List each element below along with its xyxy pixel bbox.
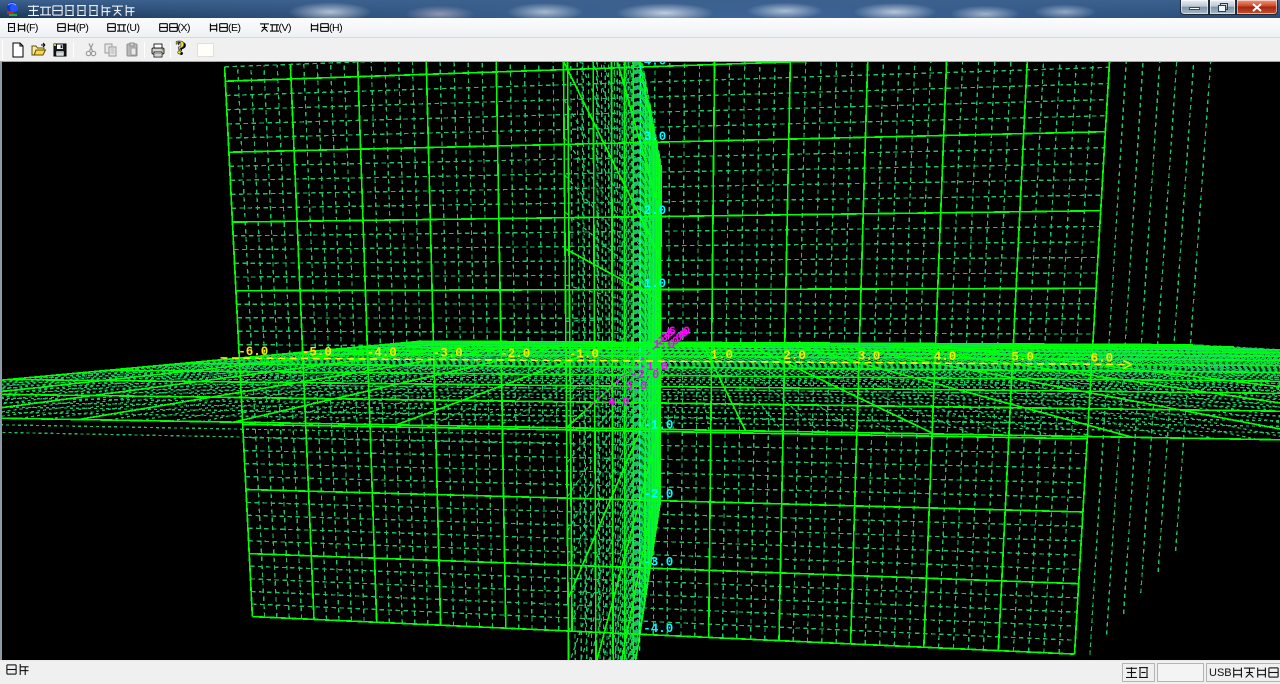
svg-text:2.0: 2.0 xyxy=(644,204,667,218)
svg-text:-4.0: -4.0 xyxy=(643,622,673,636)
svg-text:6.0: 6.0 xyxy=(1091,351,1114,365)
svg-text:-6.0: -6.0 xyxy=(238,345,268,359)
svg-text:1.0: 1.0 xyxy=(711,349,734,363)
svg-text:3.0: 3.0 xyxy=(644,130,667,144)
svg-text:2.0: 2.0 xyxy=(783,349,806,363)
svg-text:-1.0: -1.0 xyxy=(639,360,668,374)
svg-text:-1.0: -1.0 xyxy=(643,419,673,433)
svg-text:6.0: 6.0 xyxy=(669,324,691,338)
svg-text:-4.0: -4.0 xyxy=(367,346,397,360)
svg-text:-4.0: -4.0 xyxy=(601,395,630,409)
svg-text:-3.0: -3.0 xyxy=(433,347,463,361)
svg-text:-5.0: -5.0 xyxy=(302,346,332,360)
svg-text:4.0: 4.0 xyxy=(644,62,667,69)
svg-text:-2.0: -2.0 xyxy=(500,347,530,361)
svg-text:4.0: 4.0 xyxy=(934,350,957,364)
svg-text:5.0: 5.0 xyxy=(1011,351,1034,365)
svg-text:-1.0: -1.0 xyxy=(569,348,599,362)
svg-text:-3.0: -3.0 xyxy=(643,555,673,569)
svg-text:-2.0: -2.0 xyxy=(643,488,673,502)
svg-text:1.0: 1.0 xyxy=(644,277,667,291)
svg-text:3.0: 3.0 xyxy=(858,350,881,364)
